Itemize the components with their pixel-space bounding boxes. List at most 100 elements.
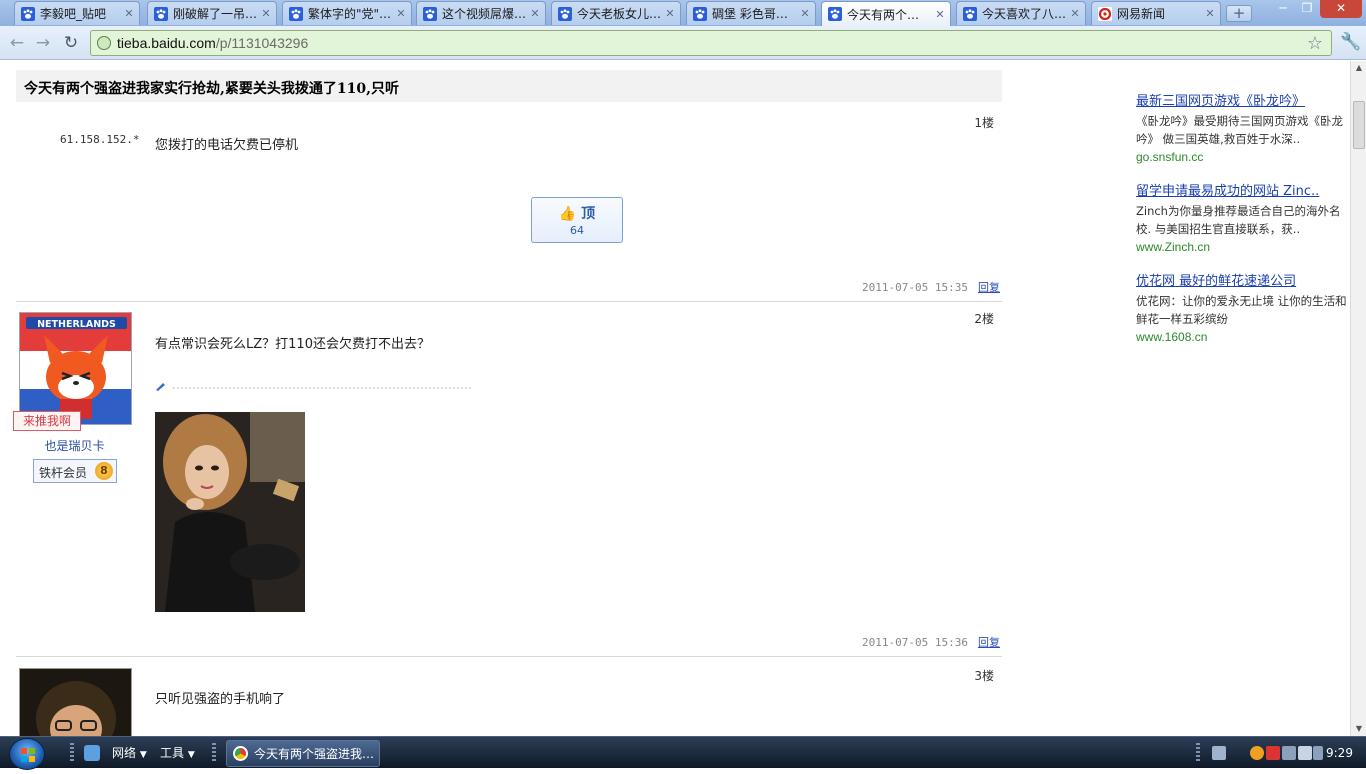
close-tab-icon[interactable]: ✕	[395, 7, 407, 20]
tray-grip[interactable]	[1196, 743, 1200, 763]
close-tab-icon[interactable]: ✕	[1069, 7, 1081, 20]
keyboard-icon[interactable]	[1212, 746, 1226, 760]
taskbar-window-button[interactable]: 今天有两个强盗进我…	[226, 740, 380, 767]
member-badge[interactable]: 铁杆会员 8	[33, 459, 117, 483]
tab-title: 这个视频屌爆…	[442, 7, 527, 21]
taskbar-window-title: 今天有两个强盗进我…	[254, 747, 375, 761]
close-tab-icon[interactable]: ✕	[799, 7, 811, 20]
scroll-up-arrow-icon[interactable]: ▲	[1351, 61, 1366, 75]
browser-toolbar: ← → ↻ tieba.baidu.com/p/1131043296 ☆ 🔧	[0, 26, 1366, 60]
tab-strip: 李毅吧_贴吧 ✕ 刚破解了一吊… ✕ 繁体字的"党"… ✕ 这个视频屌爆… ✕ …	[0, 0, 1366, 26]
tab-6[interactable]: 碉堡 彩色哥… ✕	[686, 1, 816, 25]
volume-icon[interactable]	[1298, 746, 1312, 760]
toolbar-grip[interactable]	[212, 743, 216, 763]
close-tab-icon[interactable]: ✕	[1204, 7, 1216, 20]
url-host: tieba.baidu.com	[117, 35, 216, 51]
toolbar-grip[interactable]	[70, 743, 74, 763]
tab-4[interactable]: 这个视频屌爆… ✕	[416, 1, 546, 25]
bookmark-star-icon[interactable]: ☆	[1307, 33, 1323, 54]
new-tab-button[interactable]: +	[1226, 5, 1252, 22]
ie-icon[interactable]	[84, 745, 100, 761]
reply-link[interactable]: 回复	[978, 636, 1000, 649]
baidu-paw-icon	[21, 6, 35, 21]
tab-title: 碉堡 彩色哥…	[712, 7, 788, 21]
qq-icon[interactable]	[1250, 746, 1264, 760]
recommend-button[interactable]: 来推我啊	[13, 411, 81, 431]
wrench-menu-icon[interactable]: 🔧	[1340, 32, 1361, 52]
restore-button[interactable]: ❐	[1294, 0, 1320, 18]
close-tab-icon[interactable]: ✕	[934, 8, 946, 21]
tab-1[interactable]: 李毅吧_贴吧 ✕	[14, 1, 140, 25]
level-badge: 8	[95, 462, 113, 480]
post-time: 2011-07-05 15:36	[862, 636, 968, 649]
close-window-button[interactable]: ✕	[1320, 0, 1362, 18]
close-tab-icon[interactable]: ✕	[529, 7, 541, 20]
network-label: 网络	[112, 746, 137, 760]
tools-menu[interactable]: 工具 ▼	[160, 744, 195, 761]
close-tab-icon[interactable]: ✕	[260, 7, 272, 20]
scrollbar-thumb[interactable]	[1353, 101, 1365, 149]
close-tab-icon[interactable]: ✕	[664, 7, 676, 20]
reply-link[interactable]: 回复	[978, 281, 1000, 294]
post-image[interactable]	[155, 412, 305, 612]
tab-5[interactable]: 今天老板女儿… ✕	[551, 1, 681, 25]
avatar[interactable]: NETHERLANDS	[19, 312, 132, 425]
upvote-label: 顶	[581, 206, 596, 222]
ad-url[interactable]: www.1608.cn	[1136, 330, 1348, 344]
clock[interactable]: 9:29	[1326, 746, 1353, 760]
back-arrow-icon[interactable]: ←	[6, 32, 28, 54]
ad-url[interactable]: www.Zinch.cn	[1136, 240, 1348, 254]
page-viewport: 今天有两个强盗进我家实行抢劫,紧要关头我拨通了110,只听 1楼 61.158.…	[0, 61, 1350, 736]
avatar[interactable]	[19, 668, 132, 736]
post-floor-3: 3楼 只听见强盗的手机响了	[16, 659, 1002, 736]
baidu-paw-icon	[154, 6, 168, 21]
baidu-paw-icon	[289, 6, 303, 21]
baidu-paw-icon	[828, 7, 842, 21]
thumbs-up-icon: 👍	[558, 206, 577, 222]
tab-title: 今天有两个…	[847, 7, 920, 22]
forward-arrow-icon[interactable]: →	[32, 32, 54, 54]
baidu-paw-icon	[693, 6, 707, 21]
chevron-down-icon: ▼	[187, 750, 195, 760]
scroll-down-arrow-icon[interactable]: ▼	[1351, 722, 1366, 736]
ad-description: 优花网：让你的爱永无止境 让你的生活和鲜花一样五彩缤纷	[1136, 294, 1347, 326]
username-link[interactable]: 也是瑞贝卡	[16, 437, 133, 454]
address-bar[interactable]: tieba.baidu.com/p/1131043296 ☆	[90, 30, 1332, 56]
ad-title-link[interactable]: 优花网 最好的鲜花速递公司	[1136, 270, 1348, 289]
power-icon[interactable]	[1313, 746, 1323, 760]
post-text: 您拨打的电话欠费已停机	[155, 138, 299, 153]
vertical-scrollbar[interactable]: ▲ ▼	[1350, 61, 1366, 736]
floor-number: 1楼	[974, 116, 994, 130]
ad-3: 优花网 最好的鲜花速递公司 优花网：让你的爱永无止境 让你的生活和鲜花一样五彩缤…	[1136, 270, 1348, 344]
post-divider	[16, 656, 1002, 657]
url-path: /p/1131043296	[215, 35, 309, 51]
ad-url[interactable]: go.snsfun.cc	[1136, 150, 1348, 164]
tab-9[interactable]: 网易新闻 ✕	[1091, 1, 1221, 25]
tab-7-active[interactable]: 今天有两个… ✕	[821, 1, 951, 26]
upvote-button[interactable]: 👍 顶 64	[531, 197, 623, 243]
post-divider	[16, 301, 1002, 302]
network-status-icon[interactable]	[1282, 746, 1296, 760]
ad-title-link[interactable]: 留学申请最易成功的网站 Zinc..	[1136, 180, 1348, 199]
tab-3[interactable]: 繁体字的"党"… ✕	[282, 1, 412, 25]
tab-2[interactable]: 刚破解了一吊… ✕	[147, 1, 277, 25]
baidu-paw-icon	[423, 6, 437, 21]
post-text: 只听见强盗的手机响了	[155, 692, 286, 707]
reload-icon[interactable]: ↻	[60, 32, 82, 54]
tab-title: 网易新闻	[1117, 7, 1166, 21]
avatar-banner-text: NETHERLANDS	[37, 319, 116, 330]
thread-title: 今天有两个强盗进我家实行抢劫,紧要关头我拨通了110,只听	[16, 70, 1002, 102]
close-tab-icon[interactable]: ✕	[123, 7, 135, 20]
tab-8[interactable]: 今天喜欢了八… ✕	[956, 1, 1086, 25]
start-button[interactable]	[9, 738, 45, 770]
network-menu[interactable]: 网络 ▼	[112, 744, 147, 761]
floor-number: 3楼	[974, 669, 994, 683]
tab-title: 今天喜欢了八…	[982, 7, 1067, 21]
post-floor-2: 2楼 NETHERLANDS 来推我啊 也是瑞贝卡 铁杆会员 8 有点常识会死么…	[13, 303, 1002, 659]
security-icon[interactable]	[1266, 746, 1280, 760]
ad-title-link[interactable]: 最新三国网页游戏《卧龙吟》	[1136, 90, 1348, 109]
pencil-icon	[156, 383, 165, 391]
minimize-button[interactable]: ─	[1270, 0, 1296, 18]
ad-1: 最新三国网页游戏《卧龙吟》 《卧龙吟》最受期待三国网页游戏《卧龙吟》 做三国英雄…	[1136, 90, 1348, 164]
tab-title: 繁体字的"党"…	[308, 7, 392, 21]
